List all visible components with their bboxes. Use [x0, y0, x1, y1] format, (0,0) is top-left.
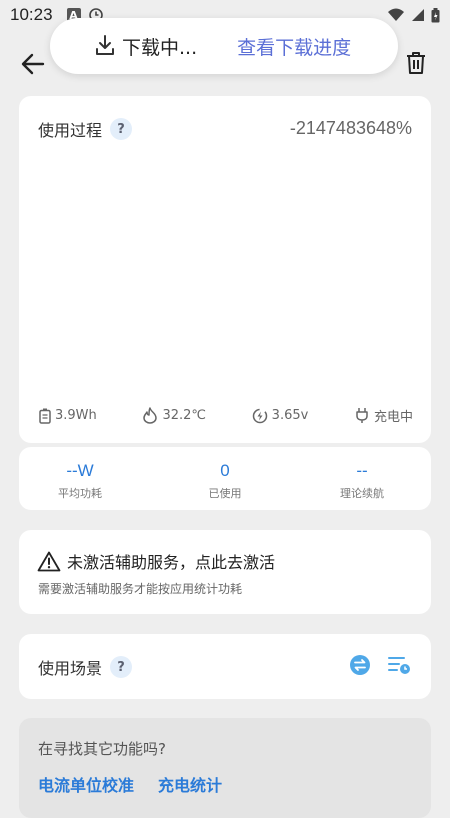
signal-icon: [412, 9, 424, 21]
more-links: 电流单位校准 充电统计: [38, 772, 222, 796]
avg-power-value: --W: [66, 461, 94, 480]
download-toast: 下载中... 查看下载进度: [50, 18, 398, 74]
warning-icon: [37, 551, 61, 571]
usage-percent: -2147483648%: [289, 118, 412, 138]
warning-description: 需要激活辅助服务才能按应用统计功耗: [38, 582, 243, 596]
usage-title: 使用过程: [38, 121, 103, 140]
endurance-value: --: [356, 461, 368, 480]
view-download-progress-link[interactable]: 查看下载进度: [237, 33, 351, 60]
arrow-left-icon: [21, 53, 45, 75]
battery-icon: [431, 7, 440, 22]
usage-info-row: 3.9Wh 32.2℃ 3.65v 充电中: [39, 406, 413, 425]
download-status-text: 下载中...: [122, 36, 198, 59]
scene-title-row: 使用场景 ?: [38, 655, 133, 679]
energy-info: 3.9Wh: [39, 406, 97, 425]
used-value: 0: [220, 461, 230, 480]
trash-icon: [407, 52, 425, 74]
current-unit-calibration-link[interactable]: 电流单位校准: [38, 772, 134, 796]
endurance-label: 理论续航: [340, 487, 384, 500]
avg-power-label: 平均功耗: [58, 487, 102, 500]
usage-scene-card: 使用场景 ?: [19, 634, 431, 699]
voltage-value: 3.65v: [271, 408, 309, 423]
accessibility-warning-card[interactable]: 未激活辅助服务，点此去激活 需要激活辅助服务才能按应用统计功耗: [19, 530, 431, 614]
scene-help-icon[interactable]: ?: [110, 656, 133, 678]
scene-title: 使用场景: [38, 659, 103, 678]
usage-help-icon[interactable]: ?: [110, 118, 133, 140]
warning-title-row: 未激活辅助服务，点此去激活: [37, 549, 275, 573]
status-time: 10:23: [10, 5, 53, 24]
download-icon: [94, 34, 116, 60]
more-question: 在寻找其它功能吗?: [38, 740, 166, 758]
temperature-value: 32.2℃: [162, 408, 206, 423]
wifi-icon: [388, 8, 404, 21]
scene-actions: [349, 654, 411, 676]
charging-status: 充电中: [373, 410, 413, 425]
delete-button[interactable]: [402, 48, 430, 78]
voltage-info: 3.65v: [252, 406, 309, 425]
flame-icon: [143, 407, 158, 424]
charging-stats-link[interactable]: 充电统计: [158, 772, 222, 796]
temperature-info: 32.2℃: [142, 406, 206, 425]
stats-card: --W 平均功耗 0 已使用 -- 理论续航: [19, 447, 431, 510]
back-button[interactable]: [18, 50, 48, 78]
charging-info: 充电中: [354, 406, 413, 425]
endurance-stat: -- 理论续航: [302, 461, 422, 501]
status-right-icons: [387, 7, 440, 23]
schedule-list-icon[interactable]: [387, 654, 411, 676]
used-stat: 0 已使用: [165, 461, 285, 501]
plug-icon: [356, 408, 368, 423]
swap-icon[interactable]: [349, 654, 371, 676]
used-label: 已使用: [208, 487, 242, 500]
battery-outline-icon: [39, 408, 51, 424]
more-functions-card: 在寻找其它功能吗? 电流单位校准 充电统计: [19, 718, 431, 818]
energy-value: 3.9Wh: [55, 408, 97, 423]
voltage-icon: [252, 408, 267, 423]
usage-title-row: 使用过程 ?: [38, 117, 133, 141]
warning-title: 未激活辅助服务，点此去激活: [67, 553, 276, 572]
avg-power-stat: --W 平均功耗: [20, 461, 140, 501]
usage-card: 使用过程 ? -2147483648% 3.9Wh 32.2℃ 3.65v 充电…: [19, 96, 431, 443]
